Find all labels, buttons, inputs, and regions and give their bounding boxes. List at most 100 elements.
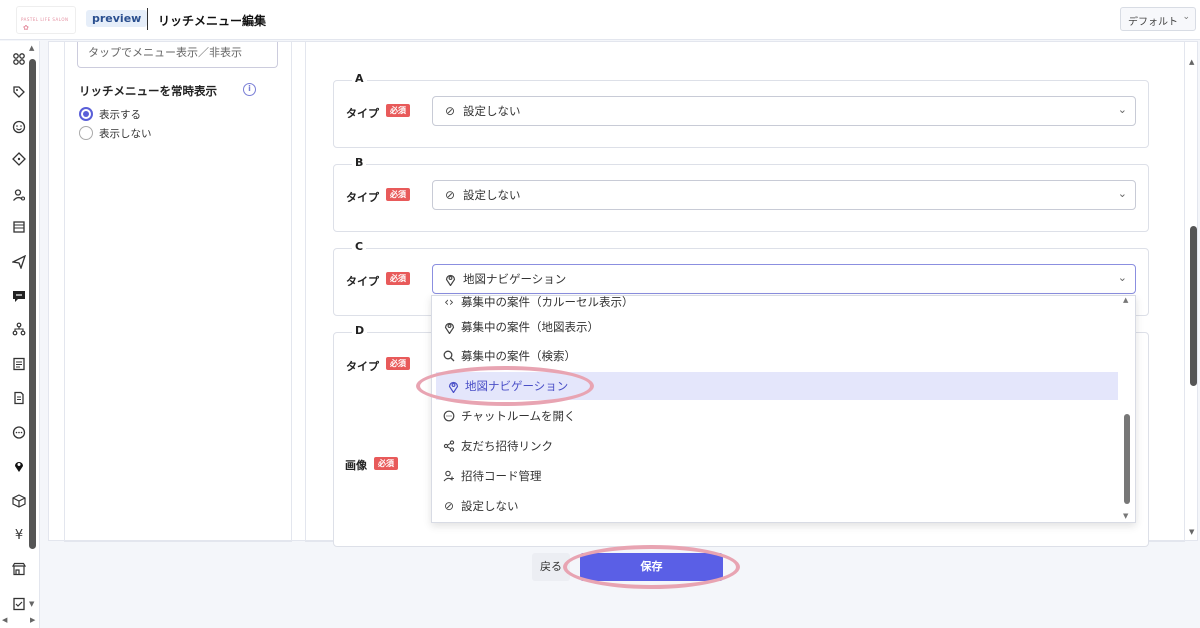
image-label: 画像 [345, 459, 367, 472]
ban-icon: ⊘ [444, 104, 456, 118]
ban-icon: ⊘ [444, 188, 456, 202]
tag-icon[interactable] [8, 81, 30, 103]
option-label: 招待コード管理 [461, 469, 542, 483]
type-select-c[interactable]: 地図ナビゲーション ⌄ [432, 264, 1136, 294]
required-badge: 必須 [386, 188, 410, 201]
option-invite-link[interactable]: 友だち招待リンク [432, 432, 1118, 460]
type-dropdown-list[interactable]: ‹› 募集中の案件（カルーセル表示） 募集中の案件（地図表示） 募集中の案件（検… [431, 295, 1136, 523]
option-label: 友だち招待リンク [461, 439, 553, 453]
radio-show-label: 表示する [99, 108, 141, 121]
option-label: 募集中の案件（地図表示） [461, 320, 599, 334]
users-icon[interactable] [8, 48, 30, 70]
type-label: タイプ [346, 107, 379, 120]
page-title: リッチメニュー編集 [158, 14, 267, 28]
select-value: 設定しない [463, 188, 521, 202]
select-value: 地図ナビゲーション [463, 272, 567, 286]
required-badge: 必須 [386, 357, 410, 370]
scroll-up-icon[interactable]: ▲ [1123, 296, 1128, 304]
radio-button-unchecked[interactable] [79, 126, 93, 140]
default-select-value: デフォルト [1128, 17, 1178, 28]
preview-badge[interactable]: preview [86, 10, 148, 27]
option-none[interactable]: ⊘ 設定しない [432, 492, 1118, 520]
radio-button-checked[interactable] [79, 107, 93, 121]
radio-hide-label: 表示しない [99, 127, 152, 140]
code-icon: ‹› [444, 295, 454, 309]
header-divider [147, 8, 148, 30]
map-pin-icon [446, 380, 460, 393]
type-select-b[interactable]: ⊘ 設定しない ⌄ [432, 180, 1136, 210]
save-button[interactable]: 保存 [580, 553, 723, 581]
area-letter: C [352, 240, 367, 253]
option-label: 募集中の案件（検索） [461, 349, 576, 363]
icon-sidebar: ▲ ¥ ▼ ◀ ▶ [0, 41, 40, 628]
dropdown-scroll-thumb[interactable] [1124, 414, 1130, 504]
always-show-label: リッチメニューを常時表示 [79, 84, 217, 98]
document-icon[interactable] [8, 353, 30, 375]
scroll-up-icon[interactable]: ▲ [1189, 58, 1194, 66]
chevron-down-icon: ⌄ [1117, 103, 1127, 116]
list-icon[interactable] [8, 216, 30, 238]
dropdown-scrollbar[interactable]: ▲ ▼ [1123, 296, 1131, 522]
chevron-down-icon: ⌄ [1117, 187, 1127, 200]
info-icon[interactable]: i [243, 83, 256, 96]
scroll-left-icon[interactable]: ◀ [2, 616, 7, 624]
back-button[interactable]: 戻る [532, 553, 570, 581]
user-search-icon[interactable] [8, 184, 30, 206]
option-label: チャットルームを開く [461, 409, 576, 423]
store-icon[interactable] [8, 558, 30, 580]
yen-icon[interactable]: ¥ [8, 524, 30, 546]
type-select-a[interactable]: ⊘ 設定しない ⌄ [432, 96, 1136, 126]
smile-icon[interactable] [8, 116, 30, 138]
sidebar-scrollbar[interactable] [29, 59, 36, 549]
default-select[interactable]: デフォルト ⌄ [1120, 7, 1196, 31]
flow-icon[interactable] [8, 318, 30, 340]
scroll-right-icon[interactable]: ▶ [30, 616, 35, 624]
ticket-icon[interactable] [8, 148, 30, 170]
required-badge: 必須 [386, 272, 410, 285]
settings-column: タップでメニュー表示／非表示 リッチメニューを常時表示 i 表示する 表示しない [64, 42, 292, 542]
ban-icon: ⊘ [443, 499, 455, 513]
file-edit-icon[interactable] [8, 387, 30, 409]
display-toggle-text: タップでメニュー表示／非表示 [88, 46, 242, 59]
chevron-down-icon: ⌄ [1117, 271, 1127, 284]
area-b: B タイプ 必須 ⊘ 設定しない ⌄ [333, 156, 1149, 232]
checklist-icon[interactable] [8, 593, 30, 615]
scroll-down-icon[interactable]: ▼ [1189, 528, 1194, 536]
radio-hide[interactable]: 表示しない [79, 125, 152, 141]
option-search[interactable]: 募集中の案件（検索） [432, 342, 1118, 370]
option-label: 設定しない [461, 499, 519, 513]
option-map-navigation[interactable]: 地図ナビゲーション [436, 372, 1118, 400]
map-pin-icon [442, 321, 456, 334]
map-pin-icon[interactable] [8, 455, 30, 477]
type-label: タイプ [346, 191, 379, 204]
logo-text: PASTEL LIFE SALON [21, 17, 69, 22]
page-scrollbar[interactable] [1190, 226, 1197, 386]
option-invite-code[interactable]: 招待コード管理 [432, 462, 1118, 490]
brand-logo[interactable]: PASTEL LIFE SALON ✿ [16, 6, 76, 34]
option-label: 地図ナビゲーション [465, 379, 569, 393]
option-label: 募集中の案件（カルーセル表示） [461, 295, 634, 309]
area-a: A タイプ 必須 ⊘ 設定しない ⌄ [333, 72, 1149, 148]
top-bar: PASTEL LIFE SALON ✿ preview リッチメニュー編集 デフ… [0, 0, 1200, 40]
box-icon[interactable] [8, 490, 30, 512]
scroll-down-icon[interactable]: ▼ [29, 600, 34, 608]
type-label: タイプ [346, 360, 379, 373]
chat-icon [442, 410, 456, 422]
search-icon [442, 350, 456, 362]
image-required-badge: 必須 [374, 457, 398, 470]
send-icon[interactable] [8, 251, 30, 273]
map-pin-icon [443, 273, 457, 286]
logo-flower-icon: ✿ [23, 24, 29, 32]
message-icon[interactable] [8, 422, 30, 444]
user-plus-icon [442, 470, 456, 482]
chat-bubble-icon[interactable] [8, 285, 30, 307]
option-map-view[interactable]: 募集中の案件（地図表示） [432, 313, 1118, 341]
radio-show[interactable]: 表示する [79, 106, 141, 122]
select-value: 設定しない [463, 104, 521, 118]
share-icon [442, 440, 456, 452]
required-badge: 必須 [386, 104, 410, 117]
chevron-down-icon: ⌄ [1182, 12, 1190, 22]
display-toggle-input[interactable]: タップでメニュー表示／非表示 [77, 42, 278, 68]
option-chat-room[interactable]: チャットルームを開く [432, 402, 1118, 430]
scroll-down-icon[interactable]: ▼ [1123, 512, 1128, 520]
